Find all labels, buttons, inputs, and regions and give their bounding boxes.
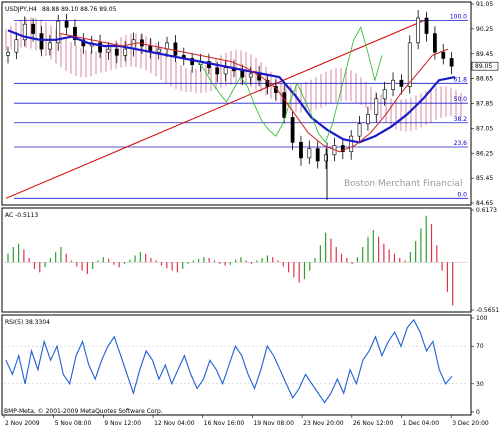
rsi-tick-label: 100 [476,315,488,322]
fib-level-label: 50.0 [454,96,468,103]
candle-body [449,58,454,67]
ac-title: AC -0.5113 [5,212,38,219]
candle-body [399,79,404,87]
copyright: BMP-Meta, © 2001-2009 MetaQuotes Softwar… [4,408,163,415]
candle-body [441,51,446,59]
price-tick-label: 88.65 [476,76,493,83]
rsi-tick-label: 30 [476,381,484,388]
fib-level-label: 23.6 [454,140,468,147]
chart-canvas[interactable]: 100.0 61.8 50.0 38.2 23.6 0.0 91.05 90.25 89.45… [0,0,500,429]
fib-level-label: 0.0 [457,191,467,198]
candle-body [290,117,295,143]
candle-body [173,42,178,56]
fib-level-label: 61.8 [454,76,468,83]
candle-body [248,73,253,78]
candlestick [407,35,412,94]
candle-body [374,98,379,115]
ac-tick-label: 0.6173 [476,207,497,214]
fib-level-label: 38.2 [454,116,468,123]
candle-body [432,33,437,53]
x-tick-label: 2 Nov 2009 [5,420,40,427]
x-tick-label: 9 Nov 12:00 [104,420,141,427]
candle-body [407,42,412,87]
price-tick-label: 90.25 [476,26,493,33]
candle-body [307,148,312,159]
candle-body [140,39,144,47]
price-tick-label: 87.05 [476,125,493,132]
candle-body [366,114,370,125]
rsi-title: RSI(5) 38.3304 [5,319,50,326]
x-tick-label: 3 Dec 20:00 [452,420,489,427]
x-tick-label: 1 Dec 04:00 [403,420,440,427]
candle-body [39,33,44,50]
fib-level-label: 100.0 [450,13,467,20]
candle-body [391,79,395,90]
candle-body [349,135,354,152]
rsi-panel[interactable] [1,314,472,416]
ac-panel[interactable] [1,207,472,313]
price-panel-title: USDJPY,H4 [5,6,37,13]
candle-body [64,20,69,28]
candle-body [382,89,387,100]
candle-body [416,17,421,44]
x-tick-label: 16 Nov 16:00 [204,420,245,427]
candle-body [114,48,119,56]
x-tick-label: 26 Nov 12:00 [353,420,394,427]
candle-body [156,48,161,53]
candle-body [6,51,10,56]
candle-body [315,148,320,162]
candle-body [223,67,228,75]
candle-body [123,48,128,56]
price-tick-label: 89.45 [476,51,493,58]
candle-body [357,123,362,137]
x-tick-label: 12 Nov 04:00 [154,420,195,427]
x-tick-label: 5 Nov 08:00 [55,420,92,427]
candle-body [215,67,220,75]
candle-body [14,39,19,53]
candle-body [282,92,287,118]
price-tick-label: 84.65 [476,200,493,207]
candle-body [106,48,111,53]
price-tick-label: 85.45 [476,175,493,182]
rsi-tick-label: 70 [476,343,484,350]
candle-body [240,70,245,78]
candle-body [299,142,303,159]
ac-tick-label: -0.5651 [476,307,499,314]
candle-body [424,17,429,34]
current-price-label: 89.05 [475,63,492,70]
chart-terminal: 100.0 61.8 50.0 38.2 23.6 0.0 91.05 90.25 89.45… [0,0,500,429]
candle-body [47,42,52,50]
price-tick-label: 86.25 [476,150,493,157]
x-tick-label: 23 Nov 20:00 [303,420,344,427]
watermark: Boston Merchant Financial [344,179,462,189]
ohlc-readout: 88.88 89.10 88.76 89.05 [42,6,117,13]
price-tick-label: 87.85 [476,101,493,108]
x-tick-label: 19 Nov 08:00 [253,420,294,427]
candle-body [31,23,36,34]
price-tick-label: 91.05 [476,1,493,8]
rsi-tick-label: 0 [476,409,480,416]
